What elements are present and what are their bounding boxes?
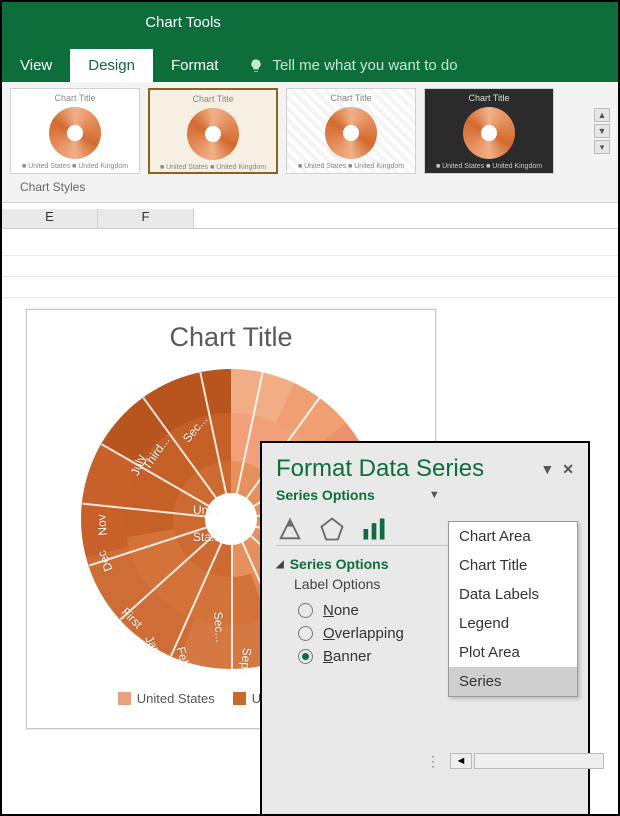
chart-label: Uni... [193,503,221,517]
title-bar: Chart Tools [2,2,618,48]
chevron-down-icon[interactable]: ▼ [429,489,440,501]
dropdown-item-data-labels[interactable]: Data Labels [449,580,577,609]
thumb-legend: ■ United States ■ United Kingdom [22,163,128,170]
sunburst-icon [463,107,515,159]
scroll-track[interactable] [474,753,604,769]
radio-icon [298,603,313,618]
pane-options-button[interactable]: ▼ [540,461,554,477]
chart-label: Sta... [193,530,221,544]
pane-title-text: Format Data Series [276,455,484,483]
sheet-footer: ⋮ ◄ [2,749,618,773]
ribbon-tabs: View Design Format Tell me what you want… [2,48,618,82]
style-thumb-3[interactable]: Chart Title ■ United States ■ United Kin… [286,88,416,174]
radio-accel: B [323,648,333,665]
thumb-legend: ■ United States ■ United Kingdom [160,164,266,171]
chart-label: Sept [238,647,254,673]
chart-tools-tab: Chart Tools [102,2,264,48]
col-header-e[interactable]: E [2,209,98,228]
series-options-icon[interactable] [360,515,388,543]
dropdown-item-series[interactable]: Series [449,667,577,696]
ribbon-group-label: Chart Styles [10,174,610,202]
tell-me-search[interactable]: Tell me what you want to do [236,49,469,82]
tell-me-text: Tell me what you want to do [272,57,457,74]
style-thumb-4[interactable]: Chart Title ■ United States ■ United Kin… [424,88,554,174]
column-headers: E F [2,209,618,229]
pane-sub-text: Series Options [276,487,375,503]
tab-view[interactable]: View [2,49,70,82]
radio-icon [298,626,313,641]
horizontal-scrollbar[interactable]: ⋮ ◄ [426,753,618,770]
sunburst-icon [49,107,101,159]
chart-title[interactable]: Chart Title [27,322,435,353]
effects-icon[interactable] [318,515,346,543]
legend-key-icon [233,692,246,705]
dropdown-item-chart-area[interactable]: Chart Area [449,522,577,551]
lightbulb-icon [248,58,264,74]
gallery-scroll: ▲ ▼ ▾ [594,108,610,154]
gallery-up-button[interactable]: ▲ [594,108,610,122]
sunburst-icon [187,108,239,160]
table-row[interactable] [2,235,618,256]
tab-format[interactable]: Format [153,49,237,82]
chart-label: Sec... [211,611,227,643]
dropdown-item-plot-area[interactable]: Plot Area [449,638,577,667]
fill-line-icon[interactable] [276,515,304,543]
chart-element-dropdown: Chart Area Chart Title Data Labels Legen… [448,521,578,697]
radio-icon [298,649,313,664]
sunburst-icon [325,107,377,159]
chart-styles-gallery: Chart Title ■ United States ■ United Kin… [2,82,618,203]
radio-accel: O [323,625,335,642]
pane-close-button[interactable]: ✕ [562,461,574,478]
pane-title: Format Data Series ▼ ✕ [262,443,588,485]
thumb-title: Chart Title [54,93,95,103]
legend-item[interactable]: United States [118,691,215,706]
legend-label: United States [137,691,215,706]
tab-design[interactable]: Design [70,49,153,82]
sheet-nav-icon[interactable]: ⋮ [426,753,442,770]
pane-subheader[interactable]: Series Options ▼ [262,485,588,505]
section-title: Series Options [290,556,389,572]
thumb-title: Chart Title [330,93,371,103]
scroll-left-button[interactable]: ◄ [450,753,472,769]
collapse-icon: ◢ [276,559,284,570]
thumb-title: Chart Title [192,94,233,104]
thumb-legend: ■ United States ■ United Kingdom [436,163,542,170]
col-header-f[interactable]: F [98,209,194,228]
radio-accel: N [323,602,334,619]
dropdown-item-legend[interactable]: Legend [449,609,577,638]
dropdown-item-chart-title[interactable]: Chart Title [449,551,577,580]
table-row[interactable] [2,277,618,298]
legend-key-icon [118,692,131,705]
thumb-legend: ■ United States ■ United Kingdom [298,163,404,170]
chart-label: Nov [94,514,110,536]
table-row[interactable] [2,256,618,277]
thumb-title: Chart Title [468,93,509,103]
gallery-more-button[interactable]: ▾ [594,140,610,154]
worksheet[interactable]: E F Chart Title [2,209,618,779]
style-thumb-2[interactable]: Chart Title ■ United States ■ United Kin… [148,88,278,174]
style-thumb-1[interactable]: Chart Title ■ United States ■ United Kin… [10,88,140,174]
gallery-down-button[interactable]: ▼ [594,124,610,138]
